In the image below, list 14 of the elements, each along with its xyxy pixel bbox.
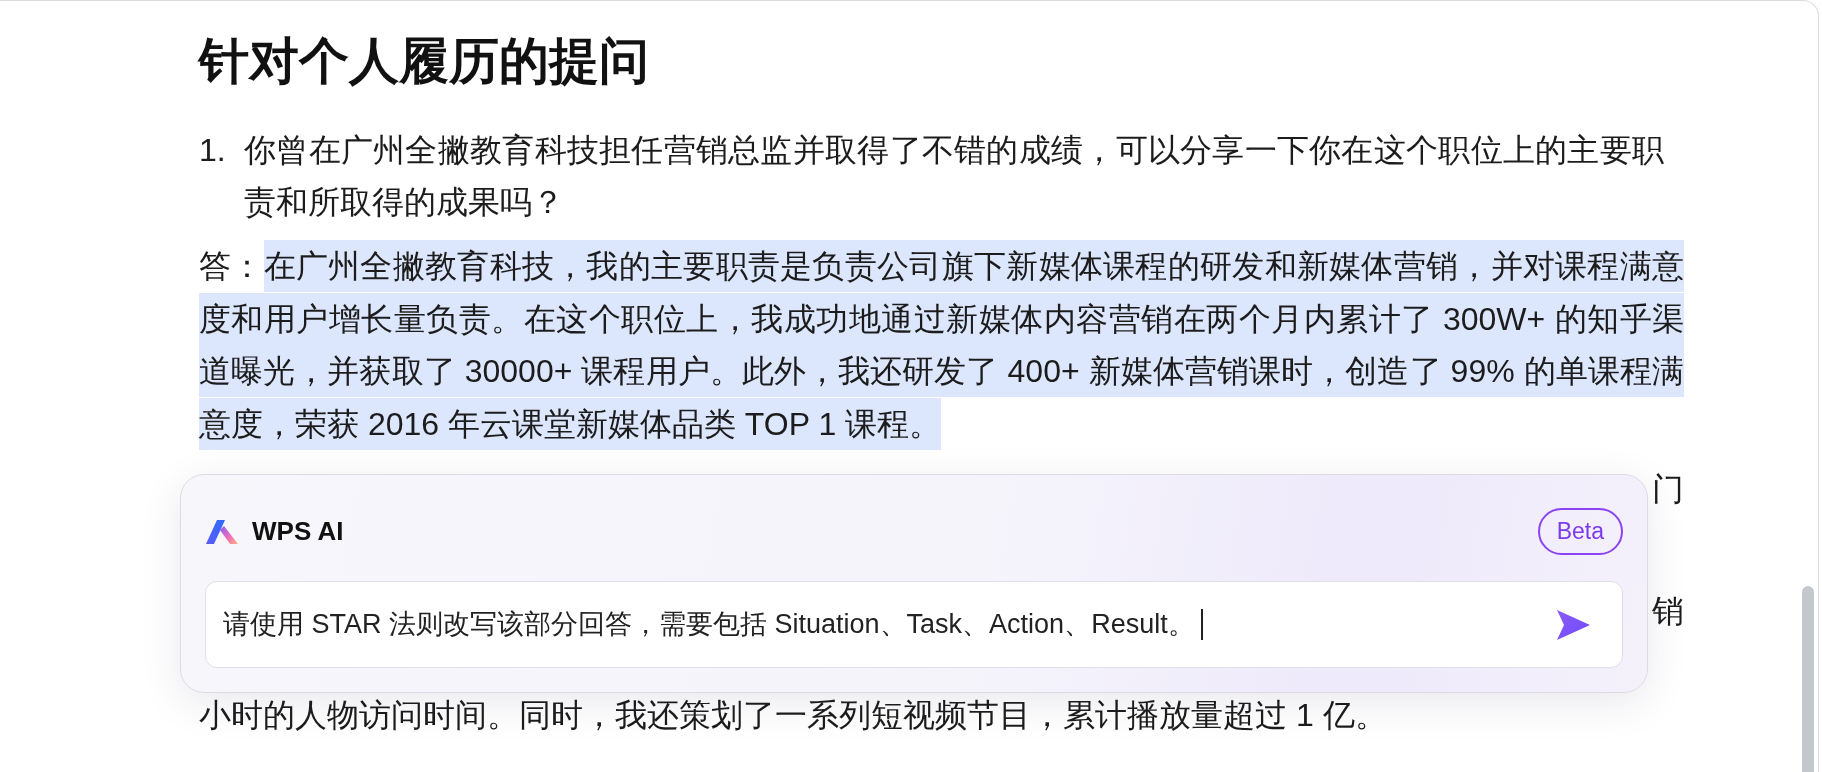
send-icon [1557,609,1590,640]
list-number: 1. [199,131,227,170]
scrollbar-thumb[interactable] [1802,586,1814,772]
question-text: 你曾在广州全撇教育科技担任营销总监并取得了不错的成绩，可以分享一下你在这个职位上的主要职责和所取得的成果吗？ [244,131,1664,222]
logo-icon [206,519,238,544]
paragraph-text: 小时的人物访问时间。同时，我还策划了一系列短视频节目，累计播放量超过 1 亿。 [199,696,1387,735]
panel-title: WPS AI [252,515,344,548]
send-button[interactable] [1557,609,1590,640]
answer-paragraph: 答：在广州全撇教育科技，我的主要职责是负责公司旗下新媒体课程的研发和新媒体营销，并对课程满意度和用户增长量负责。在这个职位上，我成功地通过新媒体内容营销在两个月内累计了 300W+ 的知乎渠道曝光，并获取了 30000+ 课程用户。此外，我还研发了 400+ 新媒体营销课时，创造了 99% 的单课程满意度，荣获 2016 年云课堂新媒体品类 TOP 1 课程。 [199,240,1684,450]
beta-badge: Beta [1537,508,1623,555]
section-heading: 针对个人履历的提问 [199,32,649,91]
covered-paragraph-text: 门 [1652,470,1684,509]
prompt-input[interactable]: 请使用 STAR 法则改写该部分回答，需要包括 Situation、Task、Action、Result。 [205,581,1623,668]
covered-paragraph-text: 销 [1652,592,1684,631]
